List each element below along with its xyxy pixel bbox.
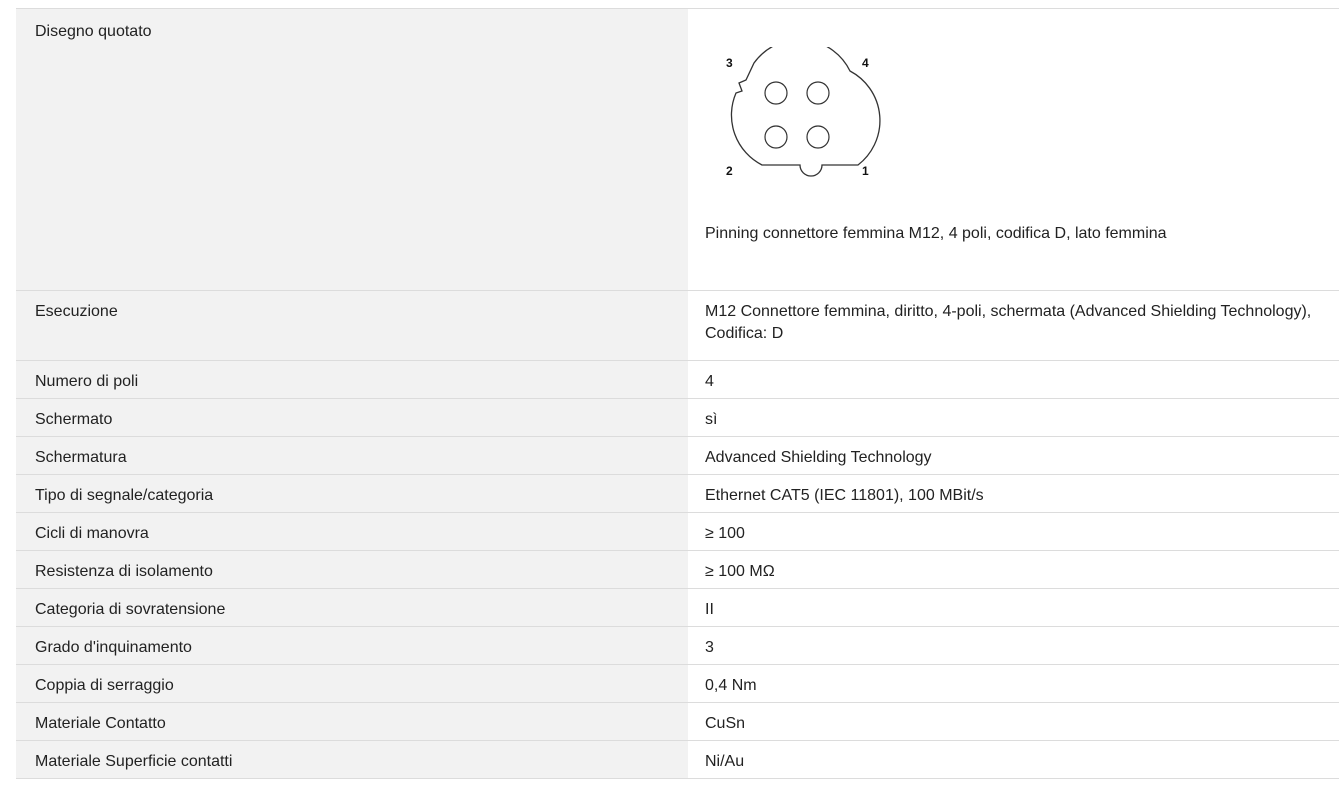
spec-value: II xyxy=(688,589,1339,626)
pin-number-3: 3 xyxy=(726,56,733,70)
spec-label: Numero di poli xyxy=(16,361,688,398)
spec-value: sì xyxy=(688,399,1339,436)
spec-row: Schermato sì xyxy=(16,399,1339,437)
spec-value: Ethernet CAT5 (IEC 11801), 100 MBit/s xyxy=(688,475,1339,512)
spec-row: Schermatura Advanced Shielding Technolog… xyxy=(16,437,1339,475)
spec-row: Tipo di segnale/categoria Ethernet CAT5 … xyxy=(16,475,1339,513)
pin-hole-4 xyxy=(806,81,830,105)
spec-label: Categoria di sovratensione xyxy=(16,589,688,626)
spec-label: Materiale Contatto xyxy=(16,703,688,740)
pin-hole-1 xyxy=(806,125,830,149)
spec-label: Esecuzione xyxy=(16,291,688,360)
connector-pinning-drawing: 3 4 2 1 xyxy=(726,47,881,178)
spec-label: Disegno quotato xyxy=(16,9,688,290)
spec-label: Tipo di segnale/categoria xyxy=(16,475,688,512)
spec-row: Resistenza di isolamento ≥ 100 MΩ xyxy=(16,551,1339,589)
pin-hole-2 xyxy=(764,125,788,149)
spec-value: CuSn xyxy=(688,703,1339,740)
spec-value: Ni/Au xyxy=(688,741,1339,778)
spec-value: 3 xyxy=(688,627,1339,664)
pin-hole-3 xyxy=(764,81,788,105)
spec-row: Coppia di serraggio 0,4 Nm xyxy=(16,665,1339,703)
spec-row: Categoria di sovratensione II xyxy=(16,589,1339,627)
spec-label: Schermatura xyxy=(16,437,688,474)
spec-value: M12 Connettore femmina, diritto, 4-poli,… xyxy=(688,291,1339,360)
spec-row: Grado d'inquinamento 3 xyxy=(16,627,1339,665)
spec-row: Esecuzione M12 Connettore femmina, dirit… xyxy=(16,291,1339,361)
spec-value-drawing: 3 4 2 1 Pinning connettore femmina M12, … xyxy=(688,9,1339,290)
spec-label: Schermato xyxy=(16,399,688,436)
spec-value: ≥ 100 xyxy=(688,513,1339,550)
spec-value: 0,4 Nm xyxy=(688,665,1339,702)
spec-row: Numero di poli 4 xyxy=(16,361,1339,399)
spec-row: Cicli di manovra ≥ 100 xyxy=(16,513,1339,551)
spec-value: Advanced Shielding Technology xyxy=(688,437,1339,474)
spec-value: 4 xyxy=(688,361,1339,398)
spec-table: Disegno quotato 3 4 2 1 Pinning connetto… xyxy=(16,8,1339,779)
spec-row: Materiale Superficie contatti Ni/Au xyxy=(16,741,1339,779)
drawing-caption: Pinning connettore femmina M12, 4 poli, … xyxy=(705,225,1167,242)
spec-label: Coppia di serraggio xyxy=(16,665,688,702)
spec-label: Resistenza di isolamento xyxy=(16,551,688,588)
spec-row-drawing: Disegno quotato 3 4 2 1 Pinning connetto… xyxy=(16,9,1339,291)
spec-label: Materiale Superficie contatti xyxy=(16,741,688,778)
pin-number-2: 2 xyxy=(726,164,733,178)
spec-label: Cicli di manovra xyxy=(16,513,688,550)
spec-row: Materiale Contatto CuSn xyxy=(16,703,1339,741)
spec-value: ≥ 100 MΩ xyxy=(688,551,1339,588)
pin-number-4: 4 xyxy=(862,56,869,70)
connector-outline xyxy=(730,47,881,177)
spec-label: Grado d'inquinamento xyxy=(16,627,688,664)
pin-number-1: 1 xyxy=(862,164,869,178)
